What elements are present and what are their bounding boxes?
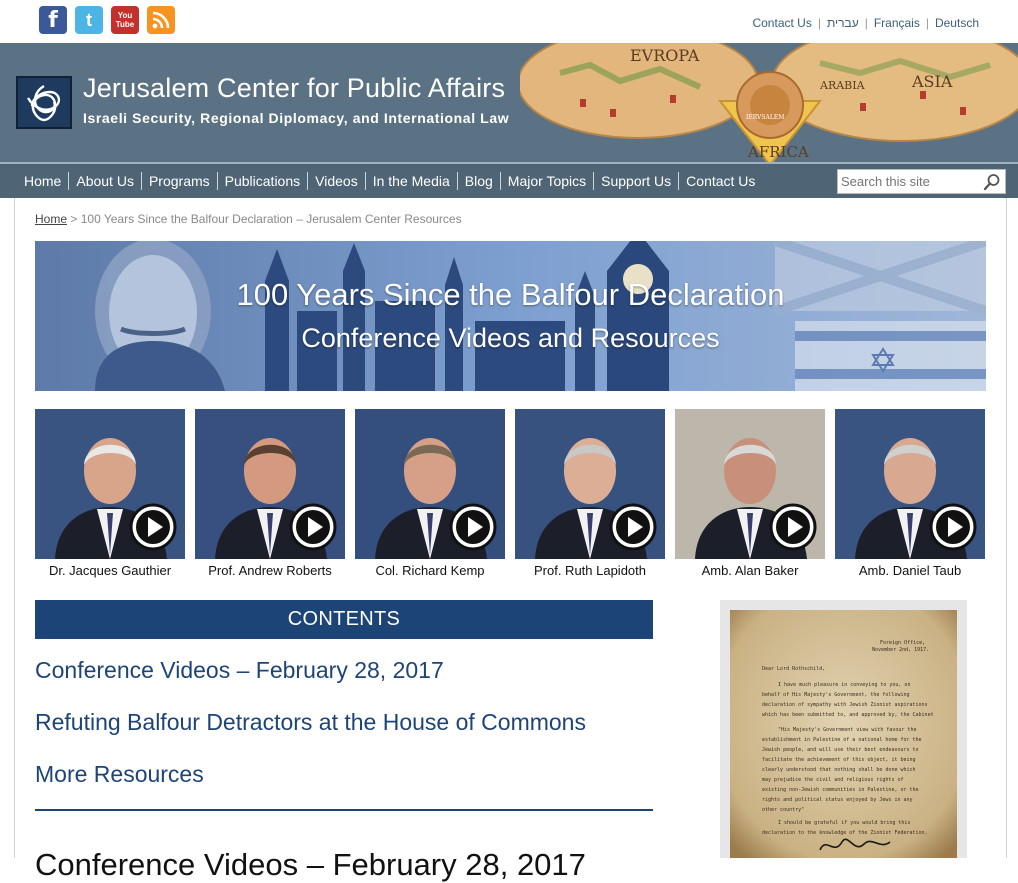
nav-item-support-us[interactable]: Support Us xyxy=(593,172,678,190)
facebook-icon[interactable]: f xyxy=(39,6,67,34)
contents-heading: CONTENTS xyxy=(35,600,653,639)
nav-item-contact-us[interactable]: Contact Us xyxy=(678,172,762,190)
letter-line: behalf of His Majesty's Government, the … xyxy=(762,692,910,698)
letter-line: existing non-Jewish communities in Pales… xyxy=(762,787,919,793)
banner-title: 100 Years Since the Balfour Declaration xyxy=(236,277,785,312)
bunting-clover-map-image: EVROPA ASIA AFRICA ARABIA IERVSALEM xyxy=(520,43,1018,162)
nav-list: Home About Us Programs Publications Vide… xyxy=(17,172,762,190)
letter-line: clearly understood that nothing shall be… xyxy=(762,767,916,773)
breadcrumb-separator: > xyxy=(70,212,78,226)
letter-office: Foreign Office, xyxy=(880,640,925,646)
breadcrumb-current: 100 Years Since the Balfour Declaration … xyxy=(80,212,462,226)
toc-link-refuting-detractors[interactable]: Refuting Balfour Detractors at the House… xyxy=(35,709,586,736)
letter-line: I should be grateful if you would bring … xyxy=(778,820,910,826)
main-content: Home > 100 Years Since the Balfour Decla… xyxy=(14,198,1007,882)
youtube-glyph-top: You xyxy=(117,11,133,20)
map-label-asia: ASIA xyxy=(911,72,953,91)
balfour-letter-paper: Foreign Office, November 2nd, 1917. Dear… xyxy=(730,610,957,858)
twitter-glyph: t xyxy=(86,9,92,30)
nav-item-in-the-media[interactable]: In the Media xyxy=(364,172,457,190)
search-box xyxy=(837,169,1006,194)
toc-link-conference-videos[interactable]: Conference Videos – February 28, 2017 xyxy=(35,657,444,684)
play-icon[interactable] xyxy=(608,502,658,552)
speaker-name[interactable]: Prof. Andrew Roberts xyxy=(185,563,355,578)
language-french-link[interactable]: Français xyxy=(868,16,926,30)
map-label-europa: EVROPA xyxy=(630,46,700,65)
play-icon[interactable] xyxy=(928,502,978,552)
language-links: Contact Us | עברית | Français | Deutsch xyxy=(746,16,985,30)
nav-item-videos[interactable]: Videos xyxy=(307,172,365,190)
letter-line: establishment in Palestine of a national… xyxy=(762,737,922,743)
play-icon[interactable] xyxy=(128,502,178,552)
youtube-icon[interactable]: You Tube xyxy=(111,6,139,34)
speaker-video-card[interactable]: Amb. Alan Baker xyxy=(675,409,825,578)
nav-item-blog[interactable]: Blog xyxy=(456,172,500,190)
facebook-glyph: f xyxy=(48,7,58,33)
letter-date: November 2nd, 1917. xyxy=(872,647,929,653)
trefoil-logo-icon xyxy=(26,84,61,122)
letter-line: Jewish people, and will use their best e… xyxy=(762,747,919,753)
letter-line: declaration to the knowledge of the Zion… xyxy=(762,830,928,836)
speaker-video-card[interactable]: Dr. Jacques Gauthier xyxy=(35,409,185,578)
speaker-name[interactable]: Amb. Daniel Taub xyxy=(825,563,995,578)
site-header: Jerusalem Center for Public Affairs Isra… xyxy=(0,43,1018,162)
speaker-video-card[interactable]: Amb. Daniel Taub xyxy=(835,409,985,578)
letter-line: which has been submitted to, and approve… xyxy=(762,712,934,718)
search-icon[interactable] xyxy=(983,173,1001,191)
speaker-video-card[interactable]: Col. Richard Kemp xyxy=(355,409,505,578)
nav-item-about-us[interactable]: About Us xyxy=(68,172,141,190)
breadcrumb: Home > 100 Years Since the Balfour Decla… xyxy=(35,212,462,226)
map-label-arabia: ARABIA xyxy=(819,79,866,92)
speaker-name[interactable]: Amb. Alan Baker xyxy=(665,563,835,578)
toc-link-more-resources[interactable]: More Resources xyxy=(35,761,204,788)
rss-glyph xyxy=(152,11,170,29)
speaker-video-card[interactable]: Prof. Andrew Roberts xyxy=(195,409,345,578)
letter-line: "His Majesty's Government view with favo… xyxy=(778,727,916,733)
banner-background-image xyxy=(35,241,986,391)
letter-line: may prejudice the civil and religious ri… xyxy=(762,777,903,783)
play-icon[interactable] xyxy=(288,502,338,552)
main-nav: Home About Us Programs Publications Vide… xyxy=(0,162,1018,198)
section-heading: Conference Videos – February 28, 2017 xyxy=(35,847,586,882)
language-hebrew-link[interactable]: עברית xyxy=(821,16,865,30)
twitter-icon[interactable]: t xyxy=(75,6,103,34)
letter-line: other country" xyxy=(762,807,804,813)
play-icon[interactable] xyxy=(768,502,818,552)
letter-line: facilitate the achievement of this objec… xyxy=(762,757,916,763)
jcpa-logo[interactable] xyxy=(16,76,72,129)
map-label-jerusalem: IERVSALEM xyxy=(746,114,784,121)
hero-banner: 100 Years Since the Balfour Declaration … xyxy=(35,241,986,391)
divider xyxy=(35,809,653,811)
nav-item-programs[interactable]: Programs xyxy=(140,172,217,190)
balfour-letter-image[interactable]: Foreign Office, November 2nd, 1917. Dear… xyxy=(730,610,957,858)
youtube-glyph-bottom: Tube xyxy=(115,20,135,29)
map-label-africa: AFRICA xyxy=(747,143,809,161)
nav-item-publications[interactable]: Publications xyxy=(216,172,308,190)
letter-line: rights and political status enjoyed by J… xyxy=(762,797,913,803)
letter-salutation: Dear Lord Rothschild, xyxy=(762,666,825,672)
banner-subtitle: Conference Videos and Resources xyxy=(301,323,720,353)
breadcrumb-home-link[interactable]: Home xyxy=(35,212,67,226)
letter-line: I have much pleasure in conveying to you… xyxy=(778,682,910,688)
speaker-name[interactable]: Prof. Ruth Lapidoth xyxy=(505,563,675,578)
search-input[interactable] xyxy=(838,170,978,193)
nav-item-major-topics[interactable]: Major Topics xyxy=(499,172,593,190)
speaker-name[interactable]: Dr. Jacques Gauthier xyxy=(25,563,195,578)
top-bar: f t You Tube Contact Us | עברית | França… xyxy=(0,0,1018,43)
speaker-video-card[interactable]: Prof. Ruth Lapidoth xyxy=(515,409,665,578)
rss-icon[interactable] xyxy=(147,6,175,34)
speaker-name[interactable]: Col. Richard Kemp xyxy=(345,563,515,578)
nav-item-home[interactable]: Home xyxy=(17,172,68,190)
letter-line: declaration of sympathy with Jewish Zion… xyxy=(762,702,928,708)
site-title[interactable]: Jerusalem Center for Public Affairs xyxy=(83,73,505,104)
site-tagline: Israeli Security, Regional Diplomacy, an… xyxy=(83,110,510,126)
balfour-letter-image-frame[interactable]: Foreign Office, November 2nd, 1917. Dear… xyxy=(720,600,967,858)
play-icon[interactable] xyxy=(448,502,498,552)
language-german-link[interactable]: Deutsch xyxy=(929,16,985,30)
contact-us-link[interactable]: Contact Us xyxy=(746,16,817,30)
